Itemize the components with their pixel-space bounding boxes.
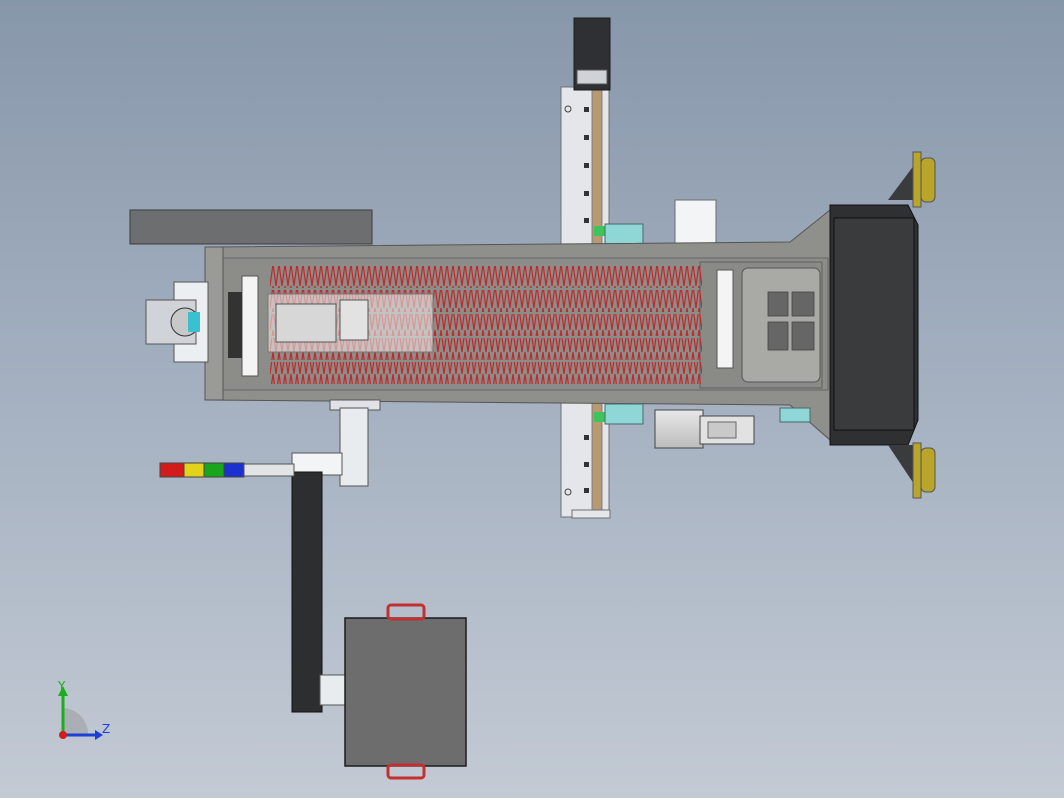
lower-motor bbox=[654, 409, 755, 449]
y-axis-label: Y bbox=[57, 679, 66, 693]
sensor-block-bottom bbox=[604, 403, 644, 425]
top-cover-plate bbox=[129, 209, 373, 245]
signal-tower-light bbox=[159, 462, 295, 478]
x-axis-dot bbox=[59, 731, 67, 739]
control-cabinet bbox=[344, 603, 467, 780]
cad-model-view[interactable]: Y Z bbox=[0, 0, 1064, 798]
heating-coil-array bbox=[267, 266, 702, 384]
sensor-block-top bbox=[604, 223, 644, 245]
right-sensor bbox=[779, 407, 811, 423]
z-axis-label: Z bbox=[102, 722, 110, 736]
right-end-housing bbox=[829, 151, 936, 499]
coordinate-triad: Y Z bbox=[57, 679, 110, 740]
cylinder-housing bbox=[674, 199, 717, 245]
cad-viewport[interactable]: Y Z bbox=[0, 0, 1064, 798]
